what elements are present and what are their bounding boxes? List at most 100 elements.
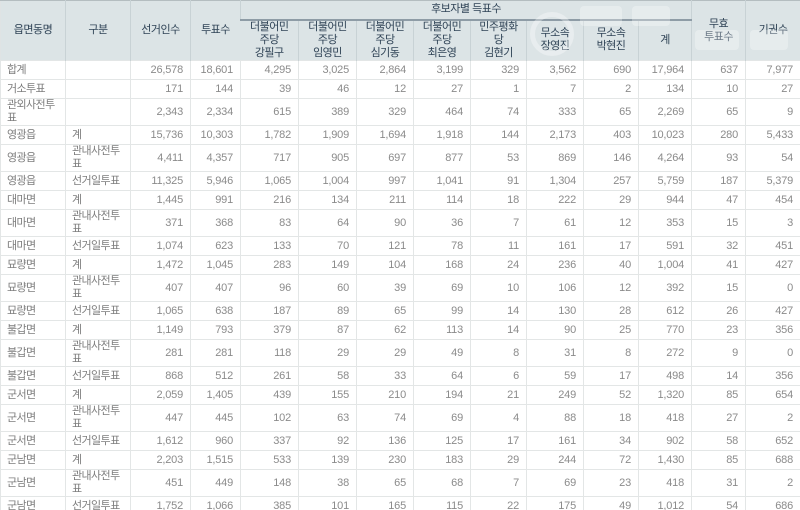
value-cell: 39 xyxy=(241,80,299,99)
value-cell: 113 xyxy=(414,321,471,340)
value-cell: 4,357 xyxy=(191,145,241,172)
col-header-category: 구분 xyxy=(66,1,131,61)
value-cell: 210 xyxy=(357,386,414,405)
table-row: 영광읍선거일투표11,3255,9461,0651,0049971,041911… xyxy=(1,172,800,191)
district-cell: 군남면 xyxy=(1,497,66,510)
district-cell: 군서면 xyxy=(1,405,66,432)
district-cell: 대마면 xyxy=(1,237,66,256)
value-cell: 26,578 xyxy=(131,61,191,80)
district-cell: 불갑면 xyxy=(1,340,66,367)
value-cell: 2 xyxy=(746,470,800,497)
value-cell: 69 xyxy=(527,470,584,497)
value-cell: 29 xyxy=(471,451,527,470)
value-cell: 9 xyxy=(692,340,746,367)
col-header-candidate-1: 더불어민 주당 강필구 xyxy=(241,20,299,61)
value-cell: 261 xyxy=(241,367,299,386)
value-cell: 2,864 xyxy=(357,61,414,80)
district-cell: 군서면 xyxy=(1,432,66,451)
category-cell: 계 xyxy=(66,386,131,405)
value-cell: 1,694 xyxy=(357,126,414,145)
category-cell xyxy=(66,61,131,80)
value-cell: 389 xyxy=(299,99,357,126)
value-cell: 697 xyxy=(357,145,414,172)
value-cell: 90 xyxy=(357,210,414,237)
value-cell: 17 xyxy=(584,237,639,256)
value-cell: 102 xyxy=(241,405,299,432)
value-cell: 1,074 xyxy=(131,237,191,256)
value-cell: 222 xyxy=(527,191,584,210)
value-cell: 0 xyxy=(746,340,800,367)
col-header-candidate-total: 계 xyxy=(639,20,692,61)
value-cell: 1,066 xyxy=(191,497,241,510)
value-cell: 637 xyxy=(692,61,746,80)
value-cell: 136 xyxy=(357,432,414,451)
value-cell: 24 xyxy=(471,256,527,275)
value-cell: 5,759 xyxy=(639,172,692,191)
district-cell: 영광읍 xyxy=(1,145,66,172)
value-cell: 356 xyxy=(746,321,800,340)
value-cell: 118 xyxy=(241,340,299,367)
value-cell: 15 xyxy=(692,275,746,302)
value-cell: 272 xyxy=(639,340,692,367)
value-cell: 1,909 xyxy=(299,126,357,145)
value-cell: 356 xyxy=(746,367,800,386)
value-cell: 125 xyxy=(414,432,471,451)
value-cell: 83 xyxy=(241,210,299,237)
value-cell: 281 xyxy=(131,340,191,367)
value-cell: 91 xyxy=(471,172,527,191)
value-cell: 427 xyxy=(746,256,800,275)
col-header-candidate-4: 더불어민 주당 최은영 xyxy=(414,20,471,61)
value-cell: 87 xyxy=(299,321,357,340)
value-cell: 99 xyxy=(414,302,471,321)
value-cell: 353 xyxy=(639,210,692,237)
col-header-invalid-votes: 무효 투표수 xyxy=(692,1,746,61)
value-cell: 96 xyxy=(241,275,299,302)
value-cell: 183 xyxy=(414,451,471,470)
table-row: 불갑면관내사전투표281281118292949831827290 xyxy=(1,340,800,367)
value-cell: 18 xyxy=(584,405,639,432)
district-cell: 합계 xyxy=(1,61,66,80)
value-cell: 5,379 xyxy=(746,172,800,191)
value-cell: 175 xyxy=(527,497,584,510)
value-cell: 29 xyxy=(299,340,357,367)
value-cell: 1,405 xyxy=(191,386,241,405)
value-cell: 2 xyxy=(746,405,800,432)
value-cell: 187 xyxy=(241,302,299,321)
table-row: 거소투표171144394612271721341027 xyxy=(1,80,800,99)
table-row: 관외사전투표2,3432,33461538932946474333652,269… xyxy=(1,99,800,126)
value-cell: 72 xyxy=(584,451,639,470)
table-header: 읍면동명 구분 선거인수 투표수 후보자별 득표수 무효 투표수 기권수 더불어… xyxy=(1,1,800,61)
value-cell: 2,269 xyxy=(639,99,692,126)
value-cell: 3,199 xyxy=(414,61,471,80)
value-cell: 717 xyxy=(241,145,299,172)
value-cell: 58 xyxy=(299,367,357,386)
district-cell: 불갑면 xyxy=(1,321,66,340)
value-cell: 418 xyxy=(639,405,692,432)
value-cell: 49 xyxy=(584,497,639,510)
category-cell: 관내사전투표 xyxy=(66,210,131,237)
value-cell: 2,059 xyxy=(131,386,191,405)
value-cell: 3,562 xyxy=(527,61,584,80)
value-cell: 39 xyxy=(357,275,414,302)
value-cell: 133 xyxy=(241,237,299,256)
value-cell: 403 xyxy=(584,126,639,145)
value-cell: 104 xyxy=(357,256,414,275)
value-cell: 29 xyxy=(584,191,639,210)
value-cell: 498 xyxy=(639,367,692,386)
value-cell: 165 xyxy=(357,497,414,510)
value-cell: 7 xyxy=(527,80,584,99)
value-cell: 1,012 xyxy=(639,497,692,510)
value-cell: 168 xyxy=(414,256,471,275)
value-cell: 4,411 xyxy=(131,145,191,172)
value-cell: 34 xyxy=(584,432,639,451)
value-cell: 439 xyxy=(241,386,299,405)
table-row: 군서면선거일투표1,612960337921361251716134902586… xyxy=(1,432,800,451)
value-cell: 4 xyxy=(471,405,527,432)
value-cell: 69 xyxy=(414,405,471,432)
value-cell: 1,430 xyxy=(639,451,692,470)
value-cell: 615 xyxy=(241,99,299,126)
value-cell: 115 xyxy=(414,497,471,510)
value-cell: 2 xyxy=(584,80,639,99)
value-cell: 3,025 xyxy=(299,61,357,80)
value-cell: 74 xyxy=(471,99,527,126)
